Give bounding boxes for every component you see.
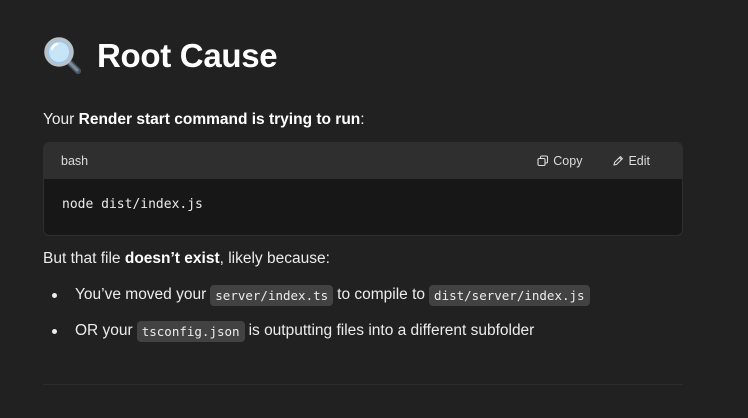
code-block-header: bash Copy Edit [44, 143, 682, 179]
list-item-text: You’ve moved your [75, 286, 207, 303]
intro-prefix: Your [43, 111, 79, 128]
code-content: node dist/index.js [62, 197, 203, 212]
copy-label: Copy [553, 154, 583, 168]
after-bold: doesn’t exist [124, 250, 220, 267]
section-heading: Root Cause [43, 34, 278, 78]
list-item: You’ve moved your server/index.ts to com… [43, 282, 683, 308]
list-item-text: is outputting files into a different sub… [248, 322, 535, 339]
edit-label: Edit [628, 154, 650, 168]
code-language-label: bash [61, 154, 89, 168]
magnifying-glass-icon [43, 36, 83, 76]
after-prefix: But that file [43, 250, 125, 267]
intro-paragraph: Your Render start command is trying to r… [43, 110, 365, 130]
code-block: bash Copy Edit node dist/index.js [43, 142, 683, 236]
section-divider [43, 384, 683, 385]
cause-list: You’ve moved your server/index.ts to com… [43, 282, 683, 354]
explanation-paragraph: But that file doesn’t exist, likely beca… [43, 249, 330, 269]
heading-text: Root Cause [97, 37, 278, 74]
bullet-dot [52, 293, 57, 298]
copy-button[interactable]: Copy [537, 154, 582, 168]
code-actions: Copy Edit [537, 154, 666, 168]
pencil-icon [612, 155, 624, 167]
list-item: OR your tsconfig.json is outputting file… [43, 318, 683, 344]
after-suffix: , likely because: [219, 250, 330, 267]
edit-button[interactable]: Edit [612, 154, 650, 168]
bullet-dot [52, 329, 57, 334]
inline-code: server/index.ts [210, 284, 334, 306]
inline-code: dist/server/index.js [429, 284, 590, 306]
list-item-text: OR your [75, 322, 133, 339]
copy-icon [537, 155, 549, 167]
intro-bold: Render start command is trying to run [78, 111, 361, 128]
inline-code: tsconfig.json [136, 320, 245, 342]
intro-suffix: : [360, 111, 365, 128]
list-item-text: to compile to [337, 286, 426, 303]
